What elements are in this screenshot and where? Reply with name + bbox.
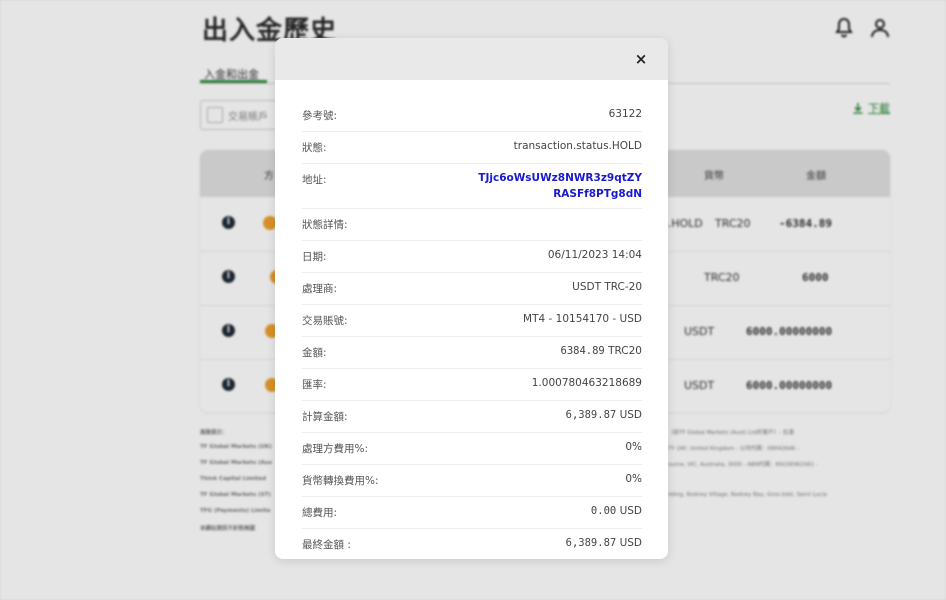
detail-row-final-amount: 最終金額 : 6,389.87 USD [302, 529, 642, 559]
detail-row-amount: 金額: 6384.89 TRC20 [302, 337, 642, 369]
detail-label: 貨幣轉換費用%: [302, 475, 379, 487]
detail-label: 處理方費用%: [302, 443, 369, 455]
detail-row-reference: 參考號: 63122 [302, 100, 642, 132]
detail-label: 總費用: [302, 507, 338, 519]
amount-number: 6,389.87 [565, 537, 617, 549]
amount-number: 0.00 [590, 505, 617, 517]
detail-value: USDT TRC-20 [572, 281, 642, 293]
modal-header: × [275, 38, 668, 80]
detail-value: 6384.89 TRC20 [561, 345, 643, 357]
detail-value: transaction.status.HOLD [513, 140, 642, 152]
detail-value: 0.00 USD [591, 505, 642, 517]
detail-row-processor: 處理商: USDT TRC-20 [302, 273, 642, 305]
detail-label: 匯率: [302, 379, 327, 391]
detail-label: 交易賬號: [302, 315, 348, 327]
detail-row-total-fee: 總費用: 0.00 USD [302, 497, 642, 529]
detail-label: 地址: [302, 174, 327, 186]
detail-row-exchange-rate: 匯率: 1.000780463218689 [302, 369, 642, 401]
detail-label: 參考號: [302, 110, 338, 122]
detail-value: 6,389.87 USD [566, 537, 642, 549]
detail-row-trading-account: 交易賬號: MT4 - 10154170 - USD [302, 305, 642, 337]
detail-row-address: 地址: TJjc6oWsUWz8NWR3z9qtZYRASFf8PTg8dN [302, 164, 642, 209]
amount-unit: USD [619, 537, 642, 549]
detail-row-calculated-amount: 計算金額: 6,389.87 USD [302, 401, 642, 433]
address-value[interactable]: TJjc6oWsUWz8NWR3z9qtZYRASFf8PTg8dN [474, 170, 642, 202]
detail-row-status: 狀態: transaction.status.HOLD [302, 132, 642, 164]
detail-row-date: 日期: 06/11/2023 14:04 [302, 241, 642, 273]
amount-unit: USD [619, 505, 642, 517]
detail-value: 6,389.87 USD [566, 409, 642, 421]
detail-label: 狀態詳情: [302, 219, 348, 231]
detail-list: 參考號: 63122 狀態: transaction.status.HOLD 地… [302, 100, 642, 559]
detail-value: 63122 [608, 108, 642, 120]
amount-number: 6,389.87 [565, 409, 617, 421]
detail-value: 0% [625, 441, 642, 453]
detail-row-status-details: 狀態詳情: [302, 209, 642, 241]
detail-value: MT4 - 10154170 - USD [523, 313, 642, 325]
amount-number: 6384.89 [560, 345, 605, 357]
detail-label: 計算金額: [302, 411, 348, 423]
detail-row-conversion-fee: 貨幣轉換費用%: 0% [302, 465, 642, 497]
detail-value: 0% [625, 473, 642, 485]
detail-label: 最終金額 : [302, 539, 351, 551]
amount-unit: TRC20 [608, 345, 642, 357]
detail-value: 1.000780463218689 [531, 377, 642, 389]
close-button[interactable]: × [632, 50, 650, 68]
detail-label: 日期: [302, 251, 327, 263]
amount-unit: USD [619, 409, 642, 421]
detail-row-processor-fee: 處理方費用%: 0% [302, 433, 642, 465]
detail-label: 狀態: [302, 142, 327, 154]
detail-label: 處理商: [302, 283, 338, 295]
detail-value: 06/11/2023 14:04 [547, 249, 642, 261]
transaction-detail-modal: × 參考號: 63122 狀態: transaction.status.HOLD… [275, 38, 668, 559]
detail-label: 金額: [302, 347, 327, 359]
